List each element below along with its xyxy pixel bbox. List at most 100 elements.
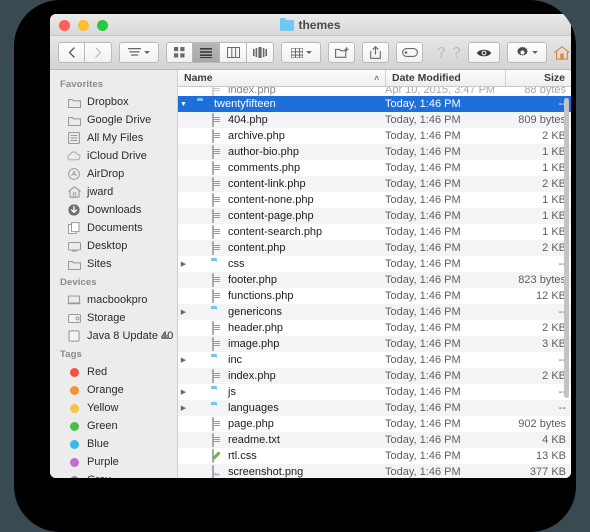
sidebar-item-downloads[interactable]: Downloads	[50, 201, 177, 219]
sidebar-item-sites[interactable]: Sites	[50, 255, 177, 273]
sidebar-item-label: Blue	[87, 438, 110, 450]
table-row[interactable]: index.php Today, 1:46 PM 2 KB	[178, 368, 571, 384]
file-name: genericons	[228, 306, 282, 318]
file-size: --	[558, 354, 566, 366]
file-date: Today, 1:46 PM	[385, 434, 461, 446]
sidebar-item-google-drive[interactable]: Google Drive	[50, 111, 177, 129]
forward-button[interactable]	[85, 42, 112, 63]
folder-icon	[211, 402, 224, 415]
table-row[interactable]: content.php Today, 1:46 PM 2 KB	[178, 240, 571, 256]
table-row[interactable]: ▼ twentyfifteen Today, 1:46 PM --	[178, 96, 571, 112]
icon-view-button[interactable]	[166, 42, 193, 63]
disclosure-triangle-icon[interactable]: ▼	[178, 101, 189, 108]
table-row[interactable]: rtl.css Today, 1:46 PM 13 KB	[178, 448, 571, 464]
table-row[interactable]: image.php Today, 1:46 PM 3 KB	[178, 336, 571, 352]
table-row[interactable]: author-bio.php Today, 1:46 PM 1 KB	[178, 144, 571, 160]
file-name-cell: content-search.php	[178, 224, 385, 239]
column-header-label: Date Modified	[392, 72, 461, 84]
sidebar-item-tag-green[interactable]: Green	[50, 417, 177, 435]
table-row[interactable]: content-page.php Today, 1:46 PM 1 KB	[178, 208, 571, 224]
file-name-cell: ▶ languages	[178, 402, 385, 415]
sidebar[interactable]: Favorites Dropbox Google Drive All My Fi…	[50, 70, 178, 478]
folder-icon	[280, 17, 295, 31]
table-row[interactable]: archive.php Today, 1:46 PM 2 KB	[178, 128, 571, 144]
sidebar-item-icloud-drive[interactable]: iCloud Drive	[50, 147, 177, 165]
sidebar-item-macbookpro[interactable]: macbookpro	[50, 291, 177, 309]
column-header-name[interactable]: Name ˄	[178, 70, 385, 86]
window-title: themes	[50, 17, 571, 32]
column-header-size[interactable]: Size	[505, 70, 571, 86]
file-size: 1 KB	[542, 146, 566, 158]
file-size: 2 KB	[542, 370, 566, 382]
eject-icon[interactable]: ⏏	[160, 331, 169, 342]
file-list-pane[interactable]: Name ˄ Date Modified Size index.php Apr 1…	[178, 70, 571, 478]
sidebar-item-jward[interactable]: jward	[50, 183, 177, 201]
sidebar-item-java-8-update-40[interactable]: Java 8 Update 40 ⏏	[50, 327, 177, 345]
table-row[interactable]: ▶ js Today, 1:46 PM --	[178, 384, 571, 400]
disclosure-triangle-icon[interactable]: ▶	[178, 308, 189, 316]
sidebar-item-tag-purple[interactable]: Purple	[50, 453, 177, 471]
table-row[interactable]: ▶ inc Today, 1:46 PM --	[178, 352, 571, 368]
sidebar-item-tag-red[interactable]: Red	[50, 363, 177, 381]
list-view-button[interactable]	[193, 42, 220, 63]
table-row[interactable]: ▶ languages Today, 1:46 PM --	[178, 400, 571, 416]
table-row[interactable]: footer.php Today, 1:46 PM 823 bytes	[178, 272, 571, 288]
placeholder-icon-1[interactable]: ?	[437, 42, 445, 63]
arrange-button[interactable]	[119, 42, 159, 63]
table-row[interactable]: ▶ genericons Today, 1:46 PM --	[178, 304, 571, 320]
css-file-icon	[211, 448, 224, 463]
column-header-date-modified[interactable]: Date Modified	[385, 70, 505, 86]
placeholder-icon-2[interactable]: ?	[452, 42, 460, 63]
back-button[interactable]	[58, 42, 85, 63]
sidebar-item-documents[interactable]: Documents	[50, 219, 177, 237]
disclosure-triangle-icon[interactable]: ▶	[178, 404, 189, 412]
table-row[interactable]: readme.txt Today, 1:46 PM 4 KB	[178, 432, 571, 448]
sidebar-item-airdrop[interactable]: AirDrop	[50, 165, 177, 183]
scrollbar-thumb[interactable]	[564, 98, 569, 398]
coverflow-view-button[interactable]	[247, 42, 274, 63]
share-button[interactable]	[362, 42, 389, 63]
sidebar-item-label: Desktop	[87, 240, 128, 252]
table-row[interactable]: content-link.php Today, 1:46 PM 2 KB	[178, 176, 571, 192]
sidebar-item-dropbox[interactable]: Dropbox	[50, 93, 177, 111]
sidebar-item-tag-gray[interactable]: Gray	[50, 471, 177, 478]
sidebar-item-tag-orange[interactable]: Orange	[50, 381, 177, 399]
sidebar-header-tags: Tags	[60, 349, 82, 360]
table-row[interactable]: 404.php Today, 1:46 PM 809 bytes	[178, 112, 571, 128]
table-row[interactable]: page.php Today, 1:46 PM 902 bytes	[178, 416, 571, 432]
vertical-scrollbar[interactable]	[563, 88, 570, 478]
table-row[interactable]: ▶ css Today, 1:46 PM --	[178, 256, 571, 272]
action-menu-button[interactable]	[506, 42, 547, 63]
table-row[interactable]: screenshot.png Today, 1:46 PM 377 KB	[178, 464, 571, 478]
sidebar-item-desktop[interactable]: Desktop	[50, 237, 177, 255]
file-size: 823 bytes	[518, 274, 566, 286]
sidebar-item-storage[interactable]: Storage	[50, 309, 177, 327]
table-row[interactable]: comments.php Today, 1:46 PM 1 KB	[178, 160, 571, 176]
file-date: Today, 1:46 PM	[385, 306, 461, 318]
table-row[interactable]: functions.php Today, 1:46 PM 12 KB	[178, 288, 571, 304]
disclosure-triangle-icon[interactable]: ▶	[178, 356, 189, 364]
table-row[interactable]: index.php Apr 10, 2015, 3:47 PM 88 bytes	[178, 87, 571, 96]
php-file-icon	[211, 224, 224, 239]
disclosure-triangle-icon[interactable]: ▶	[178, 260, 189, 268]
table-row[interactable]: content-none.php Today, 1:46 PM 1 KB	[178, 192, 571, 208]
file-name: footer.php	[228, 274, 277, 286]
sidebar-item-tag-yellow[interactable]: Yellow	[50, 399, 177, 417]
new-folder-button[interactable]	[328, 42, 355, 63]
table-row[interactable]: content-search.php Today, 1:46 PM 1 KB	[178, 224, 571, 240]
quicklook-button[interactable]	[467, 42, 500, 63]
sidebar-item-all-my-files[interactable]: All My Files	[50, 129, 177, 147]
sidebar-item-tag-blue[interactable]: Blue	[50, 435, 177, 453]
window-titlebar: themes	[50, 14, 571, 36]
tag-button[interactable]	[396, 42, 423, 63]
file-name: content-search.php	[228, 226, 323, 238]
home-icon[interactable]	[554, 42, 570, 63]
disclosure-triangle-icon[interactable]: ▶	[178, 388, 189, 396]
group-button[interactable]	[281, 42, 321, 63]
folder-icon	[211, 386, 224, 399]
sidebar-item-label: macbookpro	[87, 294, 148, 306]
downloads-icon	[67, 204, 81, 217]
table-row[interactable]: header.php Today, 1:46 PM 2 KB	[178, 320, 571, 336]
column-view-button[interactable]	[220, 42, 247, 63]
file-size: 13 KB	[536, 450, 566, 462]
